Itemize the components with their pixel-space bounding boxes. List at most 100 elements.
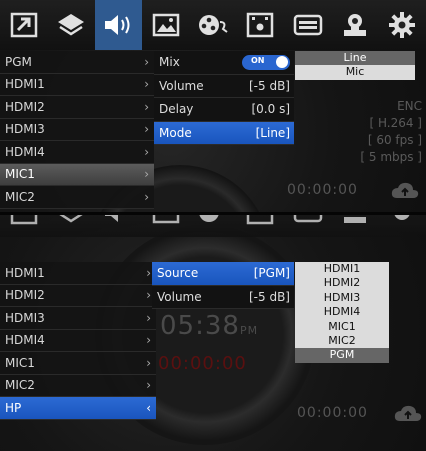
mix-toggle-label: ON bbox=[251, 55, 265, 65]
chevron-right-icon: › bbox=[144, 167, 149, 182]
source-option-hdmi3[interactable]: HDMI3 bbox=[295, 291, 389, 305]
volume-setting[interactable]: Volume [-5 dB] bbox=[154, 74, 294, 98]
record-button[interactable] bbox=[237, 215, 284, 237]
pip-layout-button[interactable] bbox=[0, 0, 47, 50]
source-item-hdmi2[interactable]: HDMI2 › bbox=[0, 96, 154, 119]
audio-button[interactable] bbox=[94, 0, 142, 50]
chevron-right-icon: › bbox=[144, 189, 149, 204]
mode-option-line[interactable]: Line bbox=[295, 51, 415, 66]
chevron-right-icon: › bbox=[146, 288, 151, 303]
output-item-mic1[interactable]: MIC1 › bbox=[0, 352, 156, 375]
output-item-hp[interactable]: HP ‹ bbox=[0, 397, 156, 420]
mix-toggle[interactable]: ON bbox=[242, 54, 290, 70]
source-menu: PGM › HDMI1 › HDMI2 › HDMI3 › HDMI4 › MIC1 › M… bbox=[0, 51, 154, 209]
camera-icon bbox=[343, 14, 366, 36]
output-item-hdmi3[interactable]: HDMI3 › bbox=[0, 307, 156, 330]
toolbar bbox=[0, 0, 426, 50]
chevron-right-icon: › bbox=[146, 378, 151, 393]
source-option-hdmi4[interactable]: HDMI4 bbox=[295, 305, 389, 319]
source-setting[interactable]: Source [PGM] bbox=[152, 262, 294, 286]
output-item-mic2[interactable]: MIC2 › bbox=[0, 374, 156, 397]
layers-icon bbox=[59, 215, 83, 223]
source-option-pgm[interactable]: PGM bbox=[295, 348, 389, 363]
mode-option-mic[interactable]: Mic bbox=[295, 65, 415, 79]
source-item-label: HDMI4 bbox=[5, 144, 45, 159]
source-item-mic1[interactable]: MIC1 › bbox=[0, 163, 154, 186]
mic1-submenu: Mix ON Volume [-5 dB] Delay [0.0 s] Mode [Li… bbox=[154, 51, 294, 145]
delay-setting[interactable]: Delay [0.0 s] bbox=[154, 98, 294, 122]
record-timer: 00:00:00 bbox=[287, 182, 358, 198]
source-item-label: MIC1 bbox=[5, 167, 35, 182]
layers-icon bbox=[57, 14, 84, 36]
chevron-right-icon: › bbox=[146, 333, 151, 348]
effects-button[interactable] bbox=[189, 215, 236, 237]
source-item-hdmi1[interactable]: HDMI1 › bbox=[0, 73, 154, 96]
output-menu: HDMI1 › HDMI2 › HDMI3 › HDMI4 › MIC1 › MIC2 › … bbox=[0, 262, 156, 420]
output-item-label: MIC2 bbox=[5, 378, 35, 393]
audio-speaker-icon bbox=[105, 215, 119, 222]
image-icon bbox=[152, 13, 179, 37]
output-item-hdmi4[interactable]: HDMI4 › bbox=[0, 329, 156, 352]
source-option-mic1[interactable]: MIC1 bbox=[295, 320, 389, 334]
record-timer: 00:00:00 bbox=[297, 405, 368, 421]
mode-setting[interactable]: Mode [Line] bbox=[154, 121, 294, 145]
layers-button[interactable] bbox=[47, 215, 94, 237]
clock-suffix: PM bbox=[239, 324, 259, 337]
source-label: Source bbox=[157, 266, 199, 281]
settings-button[interactable] bbox=[379, 0, 426, 50]
source-value: [PGM] bbox=[253, 266, 290, 281]
source-item-label: HDMI2 bbox=[5, 99, 45, 114]
output-item-label: MIC1 bbox=[5, 355, 35, 370]
output-item-label: HDMI2 bbox=[5, 288, 45, 303]
output-item-hdmi2[interactable]: HDMI2 › bbox=[0, 284, 156, 307]
camera-button[interactable] bbox=[331, 215, 378, 237]
source-option-mic2[interactable]: MIC2 bbox=[295, 334, 389, 348]
recording-icon bbox=[247, 215, 274, 225]
chevron-right-icon: › bbox=[144, 144, 149, 159]
encoder-info: ENC [ H.264 ] [ 60 fps ] [ 5 mbps ] bbox=[360, 98, 422, 166]
output-item-hdmi1[interactable]: HDMI1 › bbox=[0, 262, 156, 285]
image-button[interactable] bbox=[142, 0, 189, 50]
mode-value: [Line] bbox=[255, 125, 290, 140]
effects-button[interactable] bbox=[189, 0, 236, 50]
image-button[interactable] bbox=[142, 215, 189, 237]
chevron-left-icon: ‹ bbox=[146, 400, 151, 415]
source-item-pgm[interactable]: PGM › bbox=[0, 51, 154, 74]
clock-display: 05:38PM bbox=[160, 311, 258, 341]
chevron-right-icon: › bbox=[144, 99, 149, 114]
chevron-right-icon: › bbox=[146, 355, 151, 370]
encoder-fps: [ 60 fps ] bbox=[367, 133, 422, 147]
countdown-timer: 00:00:00 bbox=[158, 353, 247, 374]
record-button[interactable] bbox=[237, 0, 284, 50]
cloud-upload-icon[interactable] bbox=[390, 180, 420, 200]
output-button[interactable] bbox=[284, 0, 331, 50]
mix-setting[interactable]: Mix ON bbox=[154, 51, 294, 75]
cloud-upload-icon[interactable] bbox=[393, 403, 423, 423]
layers-button[interactable] bbox=[47, 0, 94, 50]
pip-layout-button[interactable] bbox=[0, 215, 47, 237]
volume-label: Volume bbox=[157, 289, 202, 304]
mode-label: Mode bbox=[159, 125, 192, 140]
camera-button[interactable] bbox=[331, 0, 378, 50]
delay-label: Delay bbox=[159, 102, 194, 117]
mode-options-list: Line Mic bbox=[295, 51, 415, 80]
source-item-mic2[interactable]: MIC2 › bbox=[0, 186, 154, 209]
source-item-hdmi3[interactable]: HDMI3 › bbox=[0, 118, 154, 141]
audio-speaker-icon bbox=[105, 15, 130, 35]
delay-value: [0.0 s] bbox=[251, 102, 290, 117]
chevron-right-icon: › bbox=[146, 310, 151, 325]
output-item-label: HDMI4 bbox=[5, 333, 45, 348]
source-item-hdmi4[interactable]: HDMI4 › bbox=[0, 141, 154, 164]
audio-mode-panel: PGM › HDMI1 › HDMI2 › HDMI3 › HDMI4 › MIC1 › M… bbox=[0, 0, 426, 212]
mix-label: Mix bbox=[159, 55, 180, 70]
headphone-source-panel: HDMI1 › HDMI2 › HDMI3 › HDMI4 › MIC1 › MIC2 › … bbox=[0, 215, 426, 451]
source-option-hdmi1[interactable]: HDMI1 bbox=[295, 262, 389, 276]
output-button[interactable] bbox=[284, 215, 331, 237]
source-option-hdmi2[interactable]: HDMI2 bbox=[295, 276, 389, 290]
settings-button[interactable] bbox=[379, 215, 426, 237]
hp-submenu: Source [PGM] Volume [-5 dB] bbox=[152, 262, 294, 309]
volume-setting[interactable]: Volume [-5 dB] bbox=[152, 285, 294, 309]
audio-button[interactable] bbox=[95, 215, 142, 237]
chevron-right-icon: › bbox=[144, 122, 149, 137]
hdmi-port-icon bbox=[293, 14, 322, 36]
